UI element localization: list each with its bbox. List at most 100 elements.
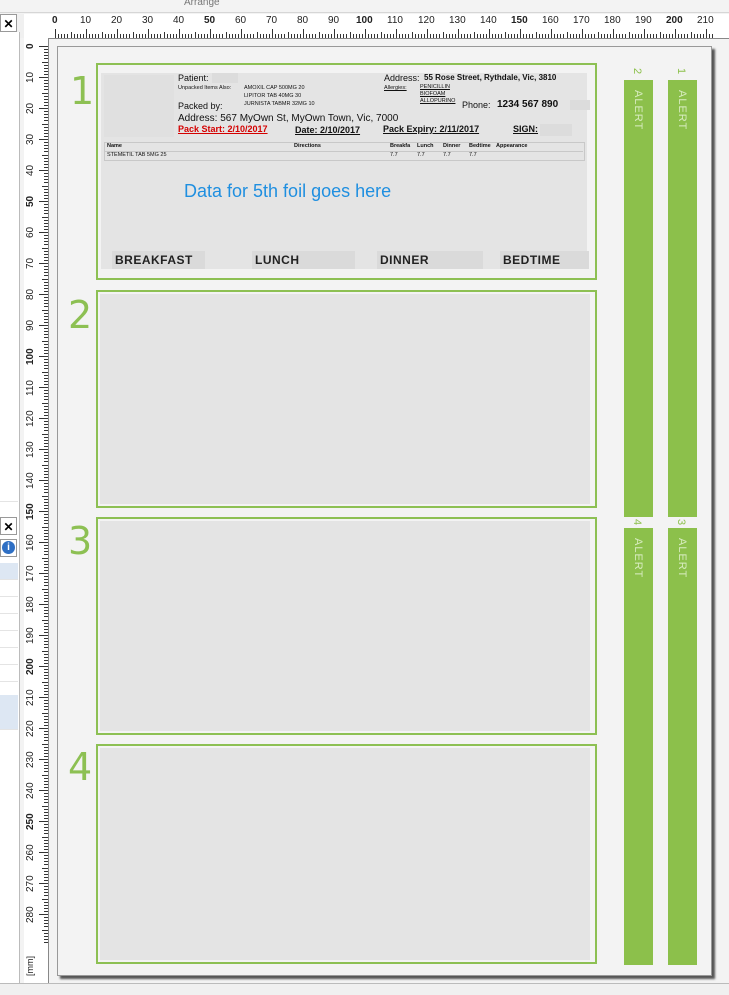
ruler-tick (383, 34, 385, 38)
ruler-tick (44, 383, 48, 385)
panel-row[interactable] (0, 665, 18, 682)
ruler-tick (39, 170, 48, 171)
ruler-tick (334, 29, 335, 38)
ruler-tick (44, 132, 48, 134)
ruler-tick (554, 34, 556, 38)
ruler-tick (44, 638, 48, 640)
ruler-tick (454, 34, 456, 38)
ruler-tick (39, 852, 48, 853)
ruler-tick (44, 514, 48, 516)
ruler-tick (44, 594, 48, 596)
panel-row[interactable] (0, 648, 18, 665)
meal-bedtime: BEDTIME (500, 251, 589, 269)
ruler-tick (39, 511, 48, 512)
ruler-tick (312, 34, 314, 38)
ruler-tick (44, 718, 48, 720)
side-panel[interactable] (0, 32, 20, 992)
unpacked-item: JURNISTA TABMR 32MG 10 (244, 101, 315, 107)
ruler-label: 30 (142, 15, 154, 26)
panel-row[interactable] (0, 695, 18, 730)
ruler-tick (44, 616, 48, 618)
ruler-tick (44, 436, 48, 438)
ruler-tick (44, 207, 48, 209)
panel-row[interactable] (0, 614, 18, 631)
ruler-tick (709, 34, 711, 38)
ruler-tick (39, 666, 48, 667)
ruler-tick (411, 32, 413, 38)
ruler-tick (129, 34, 131, 38)
ruler-tick (237, 34, 239, 38)
ruler-tick (44, 315, 48, 317)
info-icon[interactable]: i (0, 539, 17, 557)
ruler-tick (699, 34, 701, 38)
ruler-tick (44, 235, 48, 237)
ruler-label: 130 (25, 441, 36, 458)
alert-bar-2[interactable] (624, 80, 653, 517)
ruler-tick (544, 34, 546, 38)
panel-row[interactable] (0, 597, 18, 614)
ruler-tick (44, 861, 48, 863)
ruler-tick (668, 34, 670, 38)
ruler-tick (380, 32, 382, 38)
ruler-tick (386, 34, 388, 38)
ruler-tick (44, 669, 48, 671)
ruler-tick (44, 672, 48, 674)
ruler-tick (42, 743, 48, 745)
ruler-tick (44, 148, 48, 150)
ruler-tick (44, 445, 48, 447)
ruler-tick (42, 309, 48, 311)
ruler-label: 100 (356, 15, 373, 26)
ruler-tick (241, 29, 242, 38)
panel-row[interactable] (0, 485, 18, 502)
ruler-tick (42, 774, 48, 776)
ruler-tick (92, 34, 94, 38)
ruler-tick (44, 749, 48, 751)
ruler-tick (148, 29, 149, 38)
alert-bar-4[interactable] (624, 528, 653, 965)
ruler-label: 100 (25, 348, 36, 365)
ruler-tick (44, 473, 48, 475)
ruler-tick (55, 29, 56, 38)
ruler-label: 240 (25, 782, 36, 799)
ruler-tick (575, 34, 577, 38)
ruler-label: 10 (25, 71, 36, 83)
ruler-tick (44, 312, 48, 314)
allergies-label: Allergies: (384, 85, 407, 91)
ruler-tick (44, 628, 48, 630)
ruler-tick (44, 55, 48, 57)
ruler-tick (44, 799, 48, 801)
ruler-tick (42, 650, 48, 652)
close-panel-button[interactable]: ✕ (0, 14, 17, 32)
ruler-tick (44, 802, 48, 804)
ruler-tick (39, 294, 48, 295)
panel-row[interactable] (0, 580, 18, 597)
ruler-tick (61, 34, 63, 38)
ruler-tick (44, 303, 48, 305)
ruler-tick (44, 783, 48, 785)
ruler-tick (44, 359, 48, 361)
page-tabs-bar[interactable] (0, 983, 729, 995)
foil-number-3: 3 (68, 519, 93, 563)
panel-row[interactable] (0, 563, 18, 580)
vertical-ruler: 0 10 20 30 40 50 60 70 80 90 100 110 120 130 140 150 160… (24, 38, 49, 983)
ruler-label: 150 (511, 15, 528, 26)
ruler-tick (44, 709, 48, 711)
sign-field[interactable] (540, 124, 572, 136)
ruler-tick (44, 467, 48, 469)
ruler-tick (44, 166, 48, 168)
ruler-tick (44, 678, 48, 680)
alert-bar-3[interactable] (668, 528, 697, 965)
ruler-tick (268, 34, 270, 38)
close-panel-button-2[interactable]: ✕ (0, 517, 17, 535)
table-divider (104, 151, 583, 152)
ruler-tick (39, 542, 48, 543)
ruler-tick (244, 34, 246, 38)
ruler-tick (42, 278, 48, 280)
panel-row[interactable] (0, 631, 18, 648)
pharmacy-address: 55 Rose Street, Rythdale, Vic, 3810 (424, 73, 557, 82)
ruler-tick (337, 34, 339, 38)
ruler-tick (622, 34, 624, 38)
alert-bar-1[interactable] (668, 80, 697, 517)
ruler-tick (113, 34, 115, 38)
ruler-tick (44, 824, 48, 826)
